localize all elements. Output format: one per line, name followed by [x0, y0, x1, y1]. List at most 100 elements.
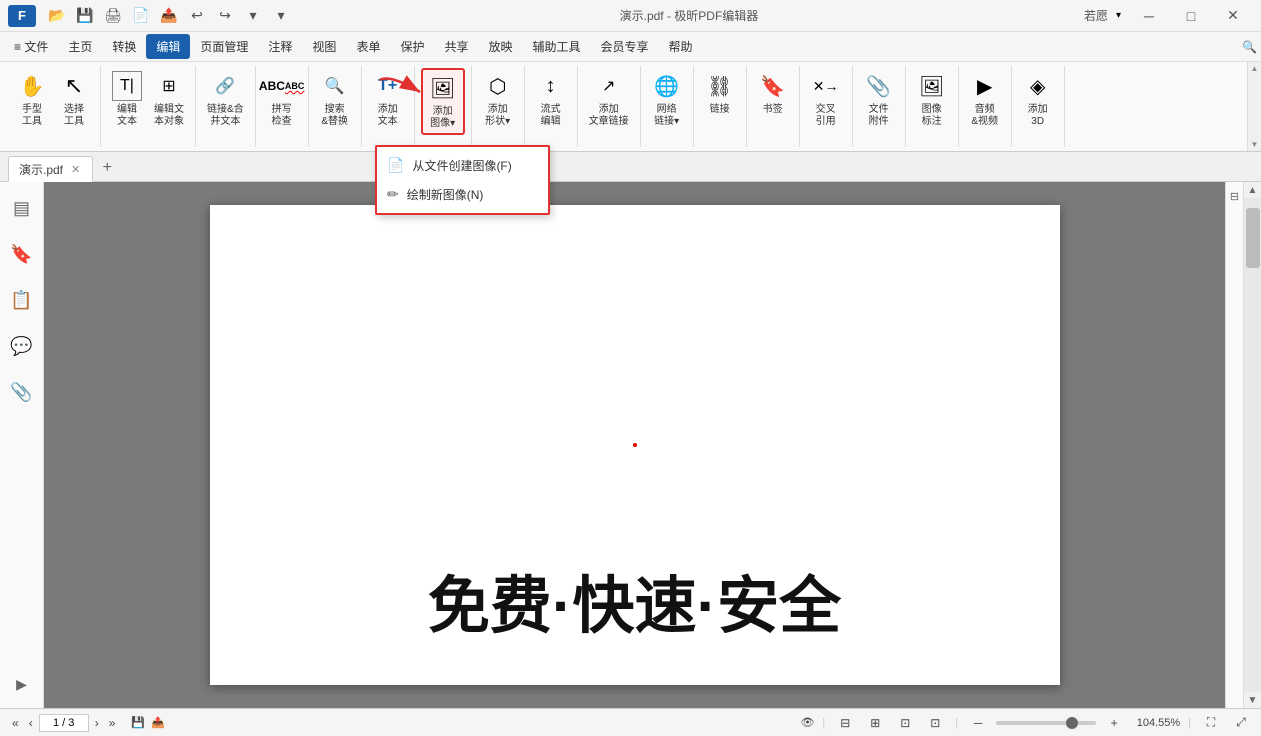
menu-edit[interactable]: 编辑 — [146, 34, 190, 59]
view-single-button[interactable]: ⊟ — [833, 712, 857, 734]
menu-slideshow[interactable]: 放映 — [478, 34, 522, 59]
net-link-button[interactable]: 🌐 网络链接▾ — [647, 68, 687, 131]
view-book-button[interactable]: ⊡ — [923, 712, 947, 734]
sidebar-comments-icon[interactable]: 💬 — [6, 330, 38, 362]
link-merge-button[interactable]: 🔗 链接&合并文本 — [202, 68, 249, 131]
sidebar-attachments-icon[interactable]: 📎 — [6, 376, 38, 408]
tab-demo-pdf[interactable]: 演示.pdf ✕ — [8, 156, 93, 182]
bookmark-icon: 🔖 — [758, 71, 788, 101]
hand-tool-button[interactable]: ✋ 手型工具 — [12, 68, 52, 131]
add-text-button[interactable]: T+ 添加文本 — [368, 68, 408, 131]
add-3d-button[interactable]: ◈ 添加3D — [1018, 68, 1058, 131]
edit-obj-button[interactable]: ⊞ 编辑文本对象 — [149, 68, 189, 131]
menu-vip[interactable]: 会员专享 — [591, 34, 659, 59]
link-button[interactable]: ⛓ 链接 — [700, 68, 740, 119]
menu-home[interactable]: 主页 — [58, 34, 102, 59]
zoom-slider-thumb[interactable] — [1066, 717, 1078, 729]
search-button[interactable]: 🔍 — [1242, 40, 1257, 54]
zoom-slider[interactable] — [996, 721, 1096, 725]
save-icon[interactable]: 💾 — [72, 3, 98, 29]
page-last-button[interactable]: » — [105, 714, 120, 732]
undo-icon[interactable]: ↩ — [184, 3, 210, 29]
redo-icon[interactable]: ↪ — [212, 3, 238, 29]
canvas-area: 免费·快速·安全 — [44, 182, 1225, 708]
select-tool-button[interactable]: ↖ 选择工具 — [54, 68, 94, 131]
scroll-thumb[interactable] — [1246, 208, 1260, 268]
link-label: 链接 — [710, 104, 730, 116]
page-prev-button[interactable]: ‹ — [25, 714, 37, 732]
view-double-button[interactable]: ⊞ — [863, 712, 887, 734]
close-button[interactable]: ✕ — [1213, 2, 1253, 30]
maximize-button[interactable]: □ — [1171, 2, 1211, 30]
bookmark-button[interactable]: 🔖 书签 — [753, 68, 793, 119]
add-shape-button[interactable]: ⬡ 添加形状▾ — [478, 68, 518, 131]
page-next-button[interactable]: › — [91, 714, 103, 732]
ribbon-group-image-mark: 🖼 图像标注 — [906, 66, 959, 147]
page-number-input[interactable] — [39, 714, 89, 732]
spell-check-button[interactable]: ABCABC 拼写检查 — [262, 68, 302, 131]
add-image-label: 添加图像▾ — [430, 106, 455, 130]
ribbon-group-add-3d: ◈ 添加3D — [1012, 66, 1065, 147]
sidebar-pages-icon[interactable]: 📋 — [6, 284, 38, 316]
link-icon: ⛓ — [705, 71, 735, 101]
menu-protect[interactable]: 保护 — [390, 34, 434, 59]
menu-convert[interactable]: 转换 — [102, 34, 146, 59]
flow-edit-button[interactable]: ↕ 流式编辑 — [531, 68, 571, 131]
zoom-out-button[interactable]: ─ — [966, 712, 990, 734]
fullscreen-button[interactable]: ⤢ — [1229, 712, 1253, 734]
new-doc-icon[interactable]: 📄 — [128, 3, 154, 29]
add-image-button[interactable]: 🖼 添加图像▾ — [421, 68, 465, 135]
draw-new-menuitem[interactable]: ✏ 绘制新图像(N) — [377, 180, 548, 209]
file-attach-button[interactable]: 📎 文件附件 — [859, 68, 899, 131]
quick-access-toolbar: 📂 💾 🖨 📄 📤 ↩ ↪ ▾ ▾ — [44, 3, 294, 29]
net-link-icon: 🌐 — [652, 71, 682, 101]
open-icon[interactable]: 📂 — [44, 3, 70, 29]
menu-tools[interactable]: 辅助工具 — [523, 34, 591, 59]
profile-dropdown-icon[interactable]: ▾ — [1116, 10, 1121, 21]
link-merge-icon: 🔗 — [210, 71, 240, 101]
add-link-label: 添加文章链接 — [589, 104, 629, 128]
page-navigation: « ‹ › » — [8, 714, 119, 732]
menu-help[interactable]: 帮助 — [659, 34, 703, 59]
print-icon[interactable]: 🖨 — [100, 3, 126, 29]
crossref-icon: ✕→ — [811, 71, 841, 101]
ribbon-scrollbar[interactable]: ▲ ▼ — [1247, 62, 1261, 151]
menu-file[interactable]: ≡ 文件 — [4, 34, 58, 59]
zoom-in-button[interactable]: + — [1102, 712, 1126, 734]
menu-form[interactable]: 表单 — [346, 34, 390, 59]
add-link-icon: ↗ — [594, 71, 624, 101]
sidebar-thumbnail-icon[interactable]: ▤ — [6, 192, 38, 224]
menu-page-manage[interactable]: 页面管理 — [190, 34, 258, 59]
scroll-track[interactable] — [1244, 198, 1261, 692]
menu-share[interactable]: 共享 — [434, 34, 478, 59]
sidebar-bookmark-icon[interactable]: 🔖 — [6, 238, 38, 270]
image-mark-button[interactable]: 🖼 图像标注 — [912, 68, 952, 131]
zoom-percentage: 104.55% — [1132, 717, 1180, 729]
fit-page-button[interactable]: ⛶ — [1199, 712, 1223, 734]
audio-video-button[interactable]: ▶ 音频&视频 — [965, 68, 1005, 131]
status-save-icon[interactable]: 💾 — [131, 716, 145, 729]
page-first-button[interactable]: « — [8, 714, 23, 732]
left-sidebar: ▤ 🔖 📋 💬 📎 ▶ — [0, 182, 44, 708]
new-tab-button[interactable]: + — [94, 155, 120, 181]
add-link-button[interactable]: ↗ 添加文章链接 — [584, 68, 634, 131]
menu-annotation[interactable]: 注释 — [258, 34, 302, 59]
menu-view[interactable]: 视图 — [302, 34, 346, 59]
search-replace-button[interactable]: 🔍 搜索&替换 — [315, 68, 355, 131]
from-file-menuitem[interactable]: 📄 从文件创建图像(F) — [377, 151, 548, 180]
scroll-up-arrow[interactable]: ▲ — [1244, 182, 1261, 198]
minimize-button[interactable]: ─ — [1129, 2, 1169, 30]
sidebar-expand-button[interactable]: ▶ — [6, 668, 38, 700]
quickaccess-dropdown-icon[interactable]: ▾ — [240, 3, 266, 29]
crossref-button[interactable]: ✕→ 交叉引用 — [806, 68, 846, 131]
scroll-down-arrow[interactable]: ▼ — [1244, 692, 1261, 708]
tab-close-button[interactable]: ✕ — [69, 163, 82, 176]
ribbon-scroll-down[interactable]: ▼ — [1249, 138, 1261, 151]
right-panel-icon1[interactable]: ⊟ — [1227, 186, 1243, 206]
status-export-icon[interactable]: 📤 — [151, 716, 165, 729]
edit-text-button[interactable]: T| 编辑文本 — [107, 68, 147, 131]
more-dropdown-icon[interactable]: ▾ — [268, 3, 294, 29]
export-icon[interactable]: 📤 — [156, 3, 182, 29]
view-scroll-button[interactable]: ⊡ — [893, 712, 917, 734]
ribbon-scroll-up[interactable]: ▲ — [1249, 62, 1261, 75]
